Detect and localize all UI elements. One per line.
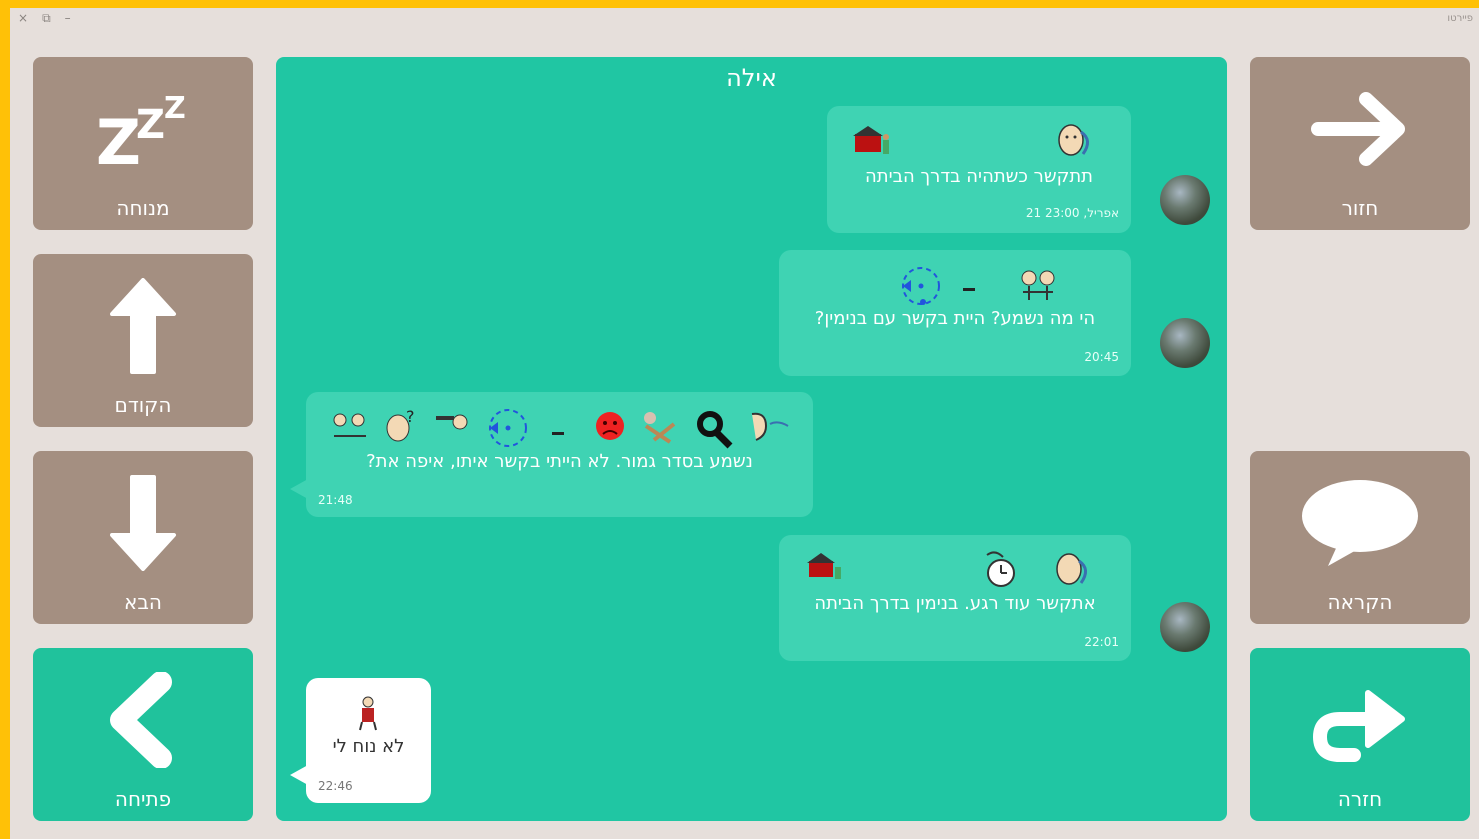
message-text: תתקשר כשתהיה בדרך הביתה xyxy=(865,166,1093,187)
opening-button[interactable]: פתיחה xyxy=(33,648,253,821)
message-time: 22:46 xyxy=(318,779,353,793)
message-text: הי מה נשמע? היית בקשר עם בנימין? xyxy=(814,308,1096,329)
speech-bubble-icon xyxy=(1250,473,1470,573)
message-bubble[interactable]: תתקשר כשתהיה בדרך הביתה 21 אפריל, 23:00 xyxy=(827,106,1131,233)
phone-face-icon xyxy=(1058,124,1089,156)
sad-face-icon xyxy=(596,412,624,440)
with-him-icon xyxy=(436,414,468,430)
symbol-strip xyxy=(359,696,377,731)
two-people-icon xyxy=(333,413,366,437)
message-time: 21 אפריל, 23:00 xyxy=(1025,206,1119,220)
close-icon[interactable]: × xyxy=(18,11,28,26)
home-icon xyxy=(853,126,889,154)
message-text: אתקשר עוד רגע. בנימין בדרך הביתה xyxy=(814,593,1096,614)
symbol-strip: ? xyxy=(333,407,789,449)
clock-icon xyxy=(986,551,1015,587)
opening-label: פתיחה xyxy=(114,787,172,811)
svg-text:Z: Z xyxy=(96,106,141,174)
connect-icon xyxy=(489,409,527,447)
chat-panel[interactable]: אילה תתקשר כשתהיה בדרך הביתה 21 אפריל, 2… xyxy=(276,57,1227,821)
message-bubble[interactable]: אתקשר עוד רגע. בנימין בדרך הביתה 22:01 xyxy=(779,535,1131,661)
ok-hand-icon xyxy=(697,411,733,449)
arrow-right-icon xyxy=(1250,79,1470,179)
previous-button[interactable]: הקודם xyxy=(33,254,253,427)
minimize-icon[interactable]: – xyxy=(65,11,71,26)
message-bubble[interactable]: ? נשמע בסדר גמור. לא הייתי בקשר איתו, אי… xyxy=(306,392,813,517)
symbol-strip xyxy=(902,267,1055,305)
next-label: הבא xyxy=(124,590,162,614)
fine-icon xyxy=(644,412,676,444)
avatar xyxy=(1160,318,1210,368)
svg-text:?: ? xyxy=(406,407,415,426)
back-button[interactable]: חזור xyxy=(1250,57,1470,230)
message-time: 22:01 xyxy=(1084,635,1119,649)
redo-arrow-icon xyxy=(1250,670,1470,770)
repeat-button[interactable]: חזרה xyxy=(1250,648,1470,821)
avatar xyxy=(1160,602,1210,652)
message-text: לא נוח לי xyxy=(332,736,405,757)
svg-text:Z: Z xyxy=(136,102,165,148)
symbol-strip xyxy=(853,124,1089,156)
read-aloud-label: הקראה xyxy=(1327,590,1393,614)
arrow-up-icon xyxy=(33,276,253,376)
avatar xyxy=(1160,175,1210,225)
connect-icon xyxy=(902,267,940,305)
title-bar: × ⧉ – פיירטו xyxy=(10,8,1479,32)
people-icon xyxy=(1021,270,1055,300)
rest-label: מנוחה xyxy=(116,196,170,220)
dash-symbol xyxy=(552,432,564,435)
message-text: נשמע בסדר גמור. לא הייתי בקשר איתו, איפה… xyxy=(366,451,753,472)
back-label: חזור xyxy=(1341,196,1379,220)
symbol-strip xyxy=(807,551,1087,587)
message-bubble[interactable]: לא נוח לי 22:46 xyxy=(306,678,431,803)
ear-sound-icon xyxy=(751,412,789,441)
arrow-down-icon xyxy=(33,473,253,573)
message-bubble[interactable]: הי מה נשמע? היית בקשר עם בנימין? 20:45 xyxy=(779,250,1131,376)
dash-symbol xyxy=(963,288,975,291)
previous-label: הקודם xyxy=(114,393,172,417)
rest-button[interactable]: Z Z Z מנוחה xyxy=(33,57,253,230)
chevron-left-icon xyxy=(33,670,253,770)
home-icon xyxy=(807,553,841,579)
message-time: 21:48 xyxy=(318,493,353,507)
message-time: 20:45 xyxy=(1084,350,1119,364)
restore-icon[interactable]: ⧉ xyxy=(42,11,51,26)
phone-face-icon xyxy=(1056,553,1087,585)
next-button[interactable]: הבא xyxy=(33,451,253,624)
read-aloud-button[interactable]: הקראה xyxy=(1250,451,1470,624)
sleep-zzz-icon: Z Z Z xyxy=(33,79,253,179)
question-face-icon: ? xyxy=(386,407,415,442)
repeat-label: חזרה xyxy=(1337,787,1383,811)
svg-text:Z: Z xyxy=(164,91,186,126)
window-title: פיירטו xyxy=(1447,13,1473,24)
window-controls: × ⧉ – xyxy=(18,11,71,26)
uncomfortable-person-icon xyxy=(359,696,377,731)
app-window: × ⧉ – פיירטו Z Z Z מנוחה הקודם הבא פתיחה… xyxy=(10,8,1479,839)
chat-title: אילה xyxy=(726,64,777,92)
